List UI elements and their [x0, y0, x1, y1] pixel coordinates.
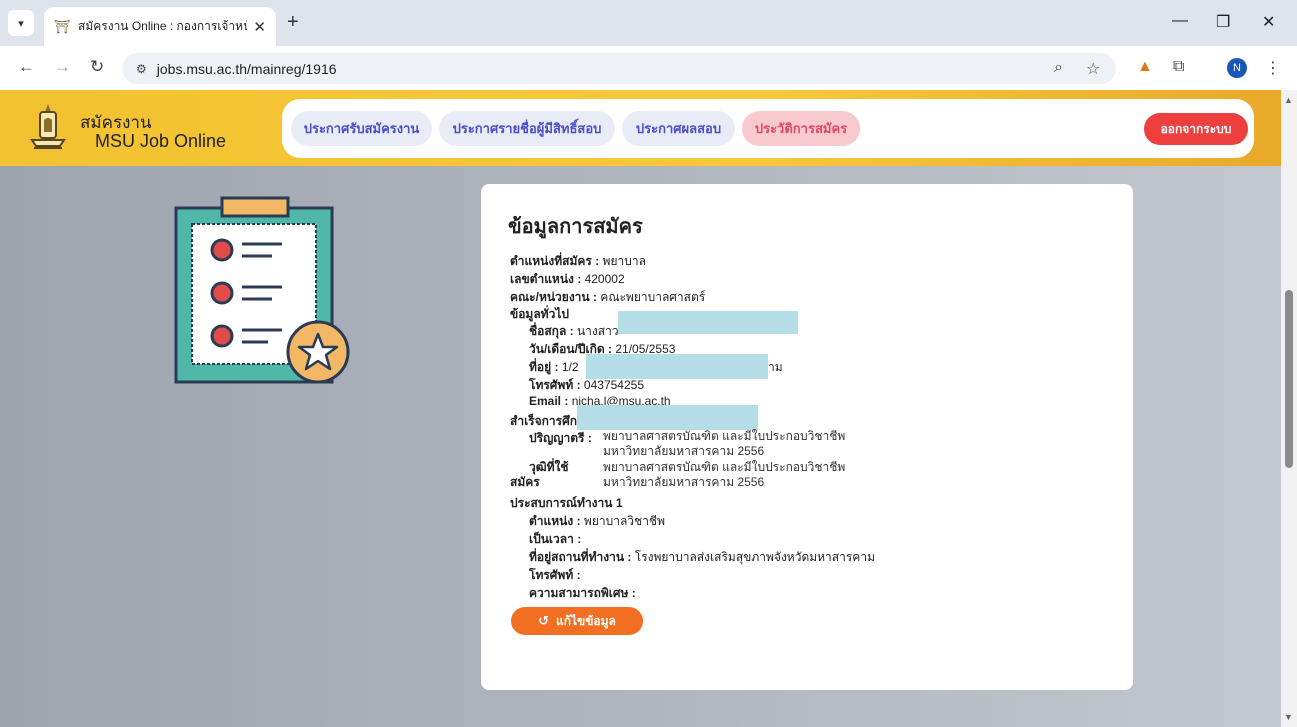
field-value: พยาบาลวิชาชีพ — [583, 514, 665, 528]
field-label: โทรศัพท์ : — [529, 378, 581, 392]
nav-exam-results[interactable]: ประกาศผลสอบ — [622, 111, 735, 146]
address-row: ที่อยู่ : 1/2 — [529, 358, 579, 377]
page-scrollbar[interactable]: ▲ ▼ — [1281, 90, 1297, 727]
tab-title: สมัครงาน Online : กองการเจ้าหน้าที่ — [78, 19, 248, 33]
url-text[interactable]: jobs.msu.ac.th/mainreg/1916 — [157, 61, 337, 77]
profile-avatar[interactable]: N — [1227, 58, 1247, 78]
address-tail: าม — [768, 360, 783, 374]
field-value: โรงพยาบาลส่งเสริมสุขภาพจังหวัดมหาสารคาม — [634, 550, 875, 564]
edit-info-label: แก้ไขข้อมูล — [555, 613, 616, 628]
brand-title-english: MSU Job Online — [95, 131, 227, 151]
field-label: คณะ/หน่วยงาน : — [510, 290, 597, 304]
logout-button[interactable]: ออกจากระบบ — [1144, 113, 1248, 145]
qualification-line-2: มหาวิทยาลัยมหาสารคาม 2556 — [603, 475, 765, 489]
browser-tab[interactable]: ⛩ สมัครงาน Online : กองการเจ้าหน้าที่ ✕ — [44, 7, 276, 46]
bookmark-star-icon[interactable]: ☆ — [1086, 59, 1100, 79]
browser-tab-strip: ▾ ⛩ สมัครงาน Online : กองการเจ้าหน้าที่ … — [0, 0, 1297, 46]
redaction-block — [618, 311, 798, 334]
tab-search-button[interactable]: ▾ — [8, 10, 34, 36]
experience-heading: ประสบการณ์ทำงาน 1 — [510, 496, 623, 510]
browser-menu-icon[interactable]: ⋮ — [1265, 58, 1281, 78]
degree-value: พยาบาลศาสตรบัณฑิต และมีใบประกอบวิชาชีพ ม… — [603, 429, 845, 459]
position-no-row: เลขตำแหน่ง : 420002 — [510, 270, 625, 289]
field-value: พยาบาล — [602, 254, 646, 268]
field-label: โทรศัพท์ : — [529, 568, 581, 582]
back-arrow-icon[interactable]: ← — [18, 57, 35, 77]
exp-phone-row: โทรศัพท์ : — [529, 566, 581, 585]
close-icon[interactable]: ✕ — [253, 18, 266, 36]
scroll-down-arrow-icon[interactable]: ▼ — [1284, 712, 1293, 722]
forward-arrow-icon[interactable]: → — [54, 57, 71, 77]
exp-workplace-row: ที่อยู่สถานที่ทำงาน : โรงพยาบาลส่งเสริมส… — [529, 548, 875, 567]
field-label: ชื่อสกุล : — [529, 324, 574, 338]
field-value: 1/2 — [561, 360, 579, 374]
field-label: เลขตำแหน่ง : — [510, 272, 582, 286]
field-label: ความสามารถพิเศษ : — [529, 586, 636, 600]
qualification-value: พยาบาลศาสตรบัณฑิต และมีใบประกอบวิชาชีพ ม… — [603, 460, 845, 490]
msu-logo-icon — [30, 104, 66, 149]
address-toolbar: ← → ↻ ⚙ jobs.msu.ac.th/mainreg/1916 ⌕ ☆ … — [0, 46, 1297, 90]
edit-info-button[interactable]: ↺ แก้ไขข้อมูล — [511, 607, 643, 635]
field-value: 420002 — [584, 272, 625, 286]
card-title: ข้อมูลการสมัคร — [508, 216, 643, 238]
nav-eligible-candidates[interactable]: ประกาศรายชื่อผู้มีสิทธิ์สอบ — [439, 111, 615, 146]
clipboard-illustration-icon — [174, 196, 350, 384]
metamask-fox-icon[interactable]: ▲ — [1137, 58, 1153, 76]
qualification-label: วุฒิที่ใช้ สมัคร — [510, 460, 569, 490]
qualification-label-line-2: สมัคร — [510, 475, 540, 489]
zoom-icon[interactable]: ⌕ — [1054, 59, 1063, 77]
scroll-up-arrow-icon[interactable]: ▲ — [1284, 95, 1293, 105]
main-nav: ประกาศรับสมัครงาน ประกาศรายชื่อผู้มีสิทธ… — [282, 99, 1254, 158]
scrollbar-thumb[interactable] — [1285, 290, 1293, 468]
field-label: Email : — [529, 394, 569, 408]
special-skill-row: ความสามารถพิเศษ : — [529, 584, 636, 603]
redaction-block — [586, 354, 768, 379]
degree-line-2: มหาวิทยาลัยมหาสารคาม 2556 — [603, 444, 765, 458]
minimize-icon[interactable]: — — [1172, 12, 1188, 30]
url-bar[interactable]: ⚙ jobs.msu.ac.th/mainreg/1916 ⌕ ☆ — [122, 53, 1116, 84]
application-info-card: ข้อมูลการสมัคร ตำแหน่งที่สมัคร : พยาบาล … — [481, 184, 1133, 690]
undo-icon: ↺ — [538, 613, 549, 628]
field-label: เป็นเวลา : — [529, 532, 582, 546]
field-label: ตำแหน่ง : — [529, 514, 581, 528]
nav-application-history[interactable]: ประวัติการสมัคร — [742, 111, 860, 146]
qualification-line-1: พยาบาลศาสตรบัณฑิต และมีใบประกอบวิชาชีพ — [603, 460, 846, 474]
site-header: สมัครงาน MSU Job Online ประกาศรับสมัครงา… — [0, 90, 1281, 166]
field-label: ที่อยู่ : — [529, 360, 559, 374]
field-label: ตำแหน่งที่สมัคร : — [510, 254, 600, 268]
field-value: คณะพยาบาลศาสตร์ — [600, 290, 706, 304]
field-value: 043754255 — [583, 378, 644, 392]
position-row: ตำแหน่งที่สมัคร : พยาบาล — [510, 252, 646, 271]
degree-line-1: พยาบาลศาสตรบัณฑิต และมีใบประกอบวิชาชีพ — [603, 429, 846, 443]
page-content: สมัครงาน MSU Job Online ประกาศรับสมัครงา… — [0, 90, 1281, 727]
nav-job-announcements[interactable]: ประกาศรับสมัครงาน — [291, 111, 432, 146]
qualification-label-line-1: วุฒิที่ใช้ — [529, 460, 569, 474]
new-tab-plus-icon[interactable]: + — [287, 11, 299, 34]
degree-label: ปริญญาตรี : — [529, 431, 592, 445]
site-favicon-icon: ⛩ — [53, 18, 71, 34]
site-info-icon[interactable]: ⚙ — [136, 62, 147, 76]
reload-icon[interactable]: ↻ — [90, 57, 104, 77]
chevron-down-icon: ▾ — [18, 17, 24, 30]
extensions-puzzle-icon[interactable]: ⧉ — [1173, 58, 1184, 76]
name-row: ชื่อสกุล : นางสาว — [529, 322, 619, 341]
redaction-block — [577, 405, 758, 430]
field-label: ที่อยู่สถานที่ทำงาน : — [529, 550, 632, 564]
exp-duration-row: เป็นเวลา : — [529, 530, 581, 549]
restore-icon[interactable]: ❐ — [1216, 12, 1230, 32]
window-close-icon[interactable]: ✕ — [1262, 12, 1275, 32]
field-value: นางสาว — [576, 324, 619, 338]
exp-position-row: ตำแหน่ง : พยาบาลวิชาชีพ — [529, 512, 665, 531]
